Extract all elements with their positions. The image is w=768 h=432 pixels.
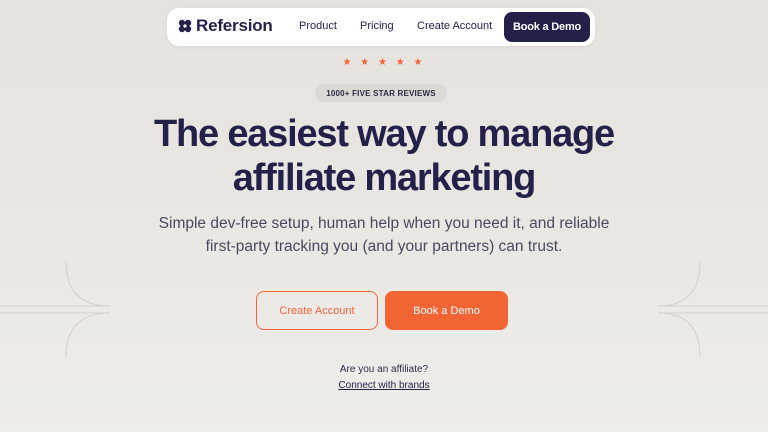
headline-line-2: affiliate marketing (232, 157, 537, 199)
book-demo-button[interactable]: Book a Demo (385, 291, 508, 330)
connect-brands-link-wrapper: Connect with brands (0, 380, 768, 391)
nav-link-pricing[interactable]: Pricing (360, 20, 394, 32)
star-rating-icon: ★ ★ ★ ★ ★ (342, 57, 426, 68)
affiliate-question: Are you an affiliate? (339, 364, 429, 375)
refersion-logo-icon (178, 19, 192, 33)
brand-name: Refersion (196, 16, 273, 35)
brand-logo[interactable]: Refersion (177, 16, 273, 36)
hero-subheading: Simple dev-free setup, human help when y… (0, 212, 768, 258)
nav-link-create-account[interactable]: Create Account (417, 20, 492, 32)
nav-book-demo-button[interactable]: Book a Demo (504, 12, 590, 42)
create-account-button[interactable]: Create Account (256, 291, 378, 330)
navbar: Refersion Product Pricing Create Account… (167, 8, 595, 46)
page-title: The easiest way to manage affiliate mark… (0, 112, 768, 200)
headline-line-1: The easiest way to manage (154, 113, 615, 155)
subheading-line-2: first-party tracking you (and your partn… (205, 238, 563, 255)
connect-brands-link[interactable]: Connect with brands (338, 380, 429, 391)
reviews-badge: 1000+ FIVE STAR REVIEWS (315, 84, 447, 102)
subheading-line-1: Simple dev-free setup, human help when y… (158, 215, 610, 232)
nav-link-product[interactable]: Product (299, 20, 337, 32)
